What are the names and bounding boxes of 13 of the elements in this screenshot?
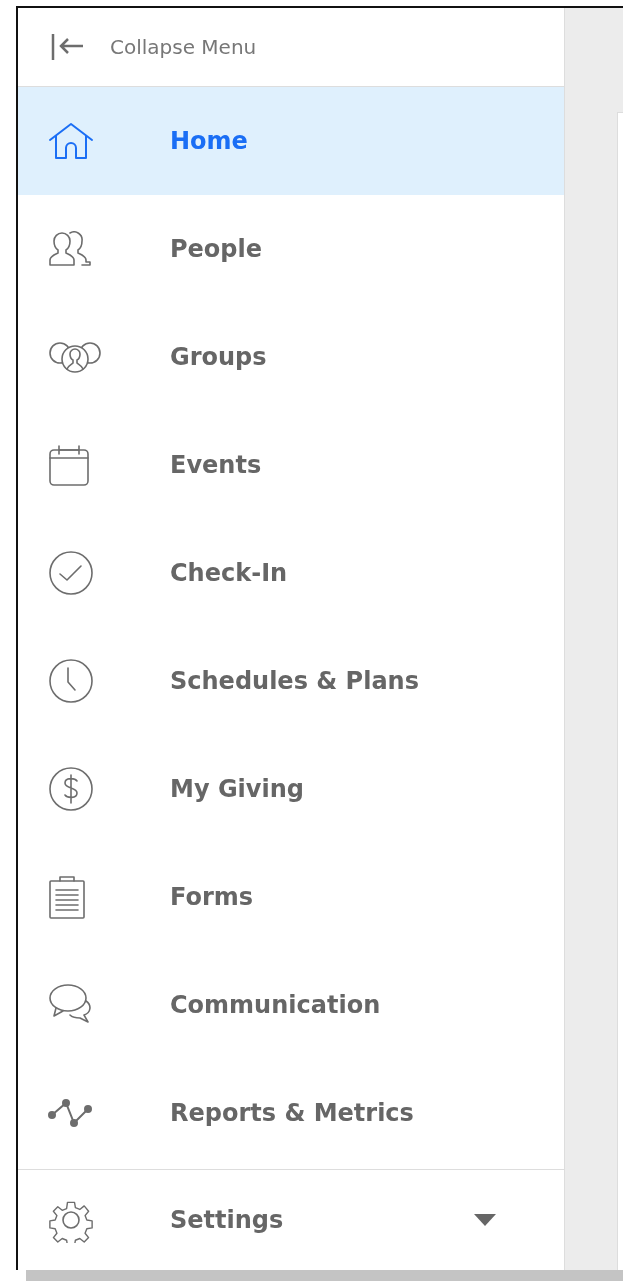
dollar-circle-icon	[48, 766, 94, 813]
groups-icon	[48, 340, 102, 375]
checkmark-circle-icon	[48, 550, 94, 597]
clock-icon	[48, 658, 94, 705]
home-icon	[48, 122, 94, 161]
nav-item[interactable]: Home	[18, 87, 564, 196]
people-icon	[48, 231, 94, 268]
collapse-menu-button[interactable]: Collapse Menu	[110, 35, 257, 60]
caret-icon	[474, 1214, 496, 1226]
calendar-icon	[48, 443, 90, 488]
clipboard-icon	[48, 874, 86, 921]
line-chart-icon	[48, 1098, 94, 1129]
collapse-arrow-icon	[50, 32, 84, 63]
